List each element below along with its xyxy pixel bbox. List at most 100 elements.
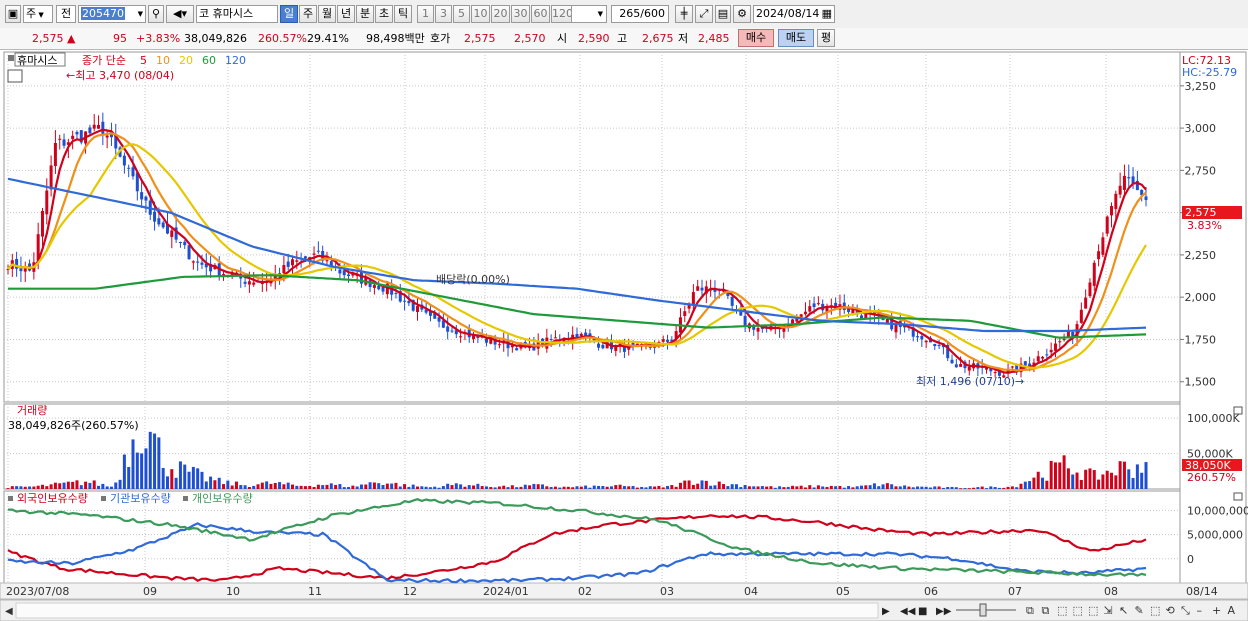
volume-bar <box>157 437 161 489</box>
average-button[interactable]: 평 <box>817 29 835 47</box>
calendar-icon[interactable]: ▦ <box>822 6 832 22</box>
interval-button-60[interactable]: 60 <box>531 5 550 23</box>
date-input[interactable]: 2024/08/14 ▦ <box>753 5 835 23</box>
volume-bar <box>967 488 971 490</box>
tool-icon-0: ⧉ <box>1026 604 1034 617</box>
legend-ma-60: 60 <box>202 54 216 67</box>
volume-bar <box>519 486 523 489</box>
volume-bar <box>1122 461 1126 489</box>
tool-icon-11: – <box>1197 604 1203 617</box>
candle-body <box>49 165 53 190</box>
candle-body <box>1066 331 1070 337</box>
candle-body <box>497 344 501 346</box>
volume-bar <box>614 485 618 489</box>
candle-body <box>1097 251 1101 260</box>
volume-bar <box>226 480 230 489</box>
candle-body <box>286 261 290 267</box>
volume-bar <box>916 486 920 489</box>
scroll-bar[interactable]: ◀ ▶ ◀◀ ■ ▶▶ ⧉ ⧉ ⬚ ⬚ ⬚ ⇲ ↖ ✎ ⬚ ⟲ ⤡ – + A <box>0 599 1248 621</box>
volume-bar <box>472 485 476 489</box>
volume-bar <box>88 482 92 489</box>
volume-bar <box>640 486 644 489</box>
volume-bar <box>717 481 721 489</box>
market-select[interactable]: 주 ▼ <box>23 5 53 23</box>
candle-body <box>183 241 187 246</box>
period-button-1[interactable]: 주 <box>299 5 317 23</box>
interval-button-120[interactable]: 120 <box>551 5 573 23</box>
volume-bar <box>424 486 428 489</box>
candle-body <box>347 274 351 277</box>
candle-body <box>696 286 700 291</box>
code-input[interactable]: 205470 ▼ <box>78 5 146 23</box>
count-input[interactable]: 265/600 <box>611 5 669 23</box>
candle-type-icon[interactable]: ╪ <box>675 5 693 23</box>
volume-bar <box>730 484 734 489</box>
volume-bar <box>36 485 40 489</box>
x-axis-label: 04 <box>744 585 758 598</box>
volume-bar <box>976 487 980 489</box>
draw-tool-icon[interactable]: ⤢ <box>695 5 713 23</box>
buy-button[interactable]: 매수 <box>738 29 774 47</box>
candle-body <box>967 366 971 371</box>
y-tick-label: 1,750 <box>1185 333 1217 346</box>
volume-bar <box>420 486 424 489</box>
volume-bar <box>924 486 928 489</box>
period-button-0[interactable]: 일 <box>280 5 298 23</box>
period-button-4[interactable]: 분 <box>356 5 374 23</box>
candle-body <box>743 315 747 327</box>
candle-body <box>808 306 812 312</box>
interval-button-20[interactable]: 20 <box>491 5 510 23</box>
period-button-5[interactable]: 초 <box>375 5 393 23</box>
volume-bar <box>1088 468 1092 489</box>
volume-bar <box>377 483 381 489</box>
candle-body <box>170 230 174 237</box>
interval-input[interactable]: ▼ <box>571 5 607 23</box>
volume-bar <box>368 482 372 489</box>
volume-bar <box>648 486 652 489</box>
interval-button-5[interactable]: 5 <box>453 5 470 23</box>
candle-body <box>196 261 200 263</box>
stock-chart[interactable]: 1,5001,7502,0002,2502,5002,7503,0003,250… <box>0 50 1248 621</box>
screen-icon[interactable]: ▣ <box>5 5 21 23</box>
last-price-pct: 3.83% <box>1187 219 1222 232</box>
volume-bar <box>196 468 200 489</box>
volume-bar <box>32 486 36 489</box>
period-button-6[interactable]: 틱 <box>394 5 412 23</box>
search-icon[interactable]: ⚲ <box>148 5 164 23</box>
sell-button[interactable]: 매도 <box>778 29 814 47</box>
stock-name-field[interactable]: 코 휴마시스 <box>196 5 278 23</box>
x-axis-label: 05 <box>836 585 850 598</box>
volume-bar <box>950 486 954 489</box>
x-axis-label: 2024/01 <box>483 585 529 598</box>
volume-bar <box>213 480 217 489</box>
candle-body <box>1114 193 1118 209</box>
volume-bar <box>299 485 303 489</box>
volume-bar <box>282 484 286 489</box>
candle-body <box>40 210 44 237</box>
candle-body <box>993 372 997 374</box>
volume-bar <box>1019 483 1023 489</box>
candle-body <box>45 190 49 215</box>
volume-bar <box>808 485 812 489</box>
tool-icon-5: ⇲ <box>1104 604 1113 617</box>
interval-button-30[interactable]: 30 <box>511 5 530 23</box>
speaker-icon[interactable]: ◀▾ <box>166 5 194 23</box>
volume-bar <box>49 484 53 489</box>
period-button-3[interactable]: 년 <box>337 5 355 23</box>
period-button-2[interactable]: 월 <box>318 5 336 23</box>
interval-button-1[interactable]: 1 <box>417 5 434 23</box>
volume-bar <box>696 483 700 489</box>
tool-icon-9: ⟲ <box>1166 604 1175 617</box>
volume-bar <box>799 485 803 489</box>
interval-button-3[interactable]: 3 <box>435 5 452 23</box>
save-icon[interactable]: ▤ <box>715 5 731 23</box>
candle-body <box>295 260 299 262</box>
interval-button-10[interactable]: 10 <box>471 5 490 23</box>
candle-body <box>1079 309 1083 323</box>
tool-icon-6: ↖ <box>1119 604 1128 617</box>
volume-bar <box>170 469 174 489</box>
volume-bar <box>627 486 631 489</box>
prev-button[interactable]: 전 <box>56 5 76 23</box>
gear-icon[interactable]: ⚙ <box>733 5 751 23</box>
volume-bar <box>109 486 113 489</box>
